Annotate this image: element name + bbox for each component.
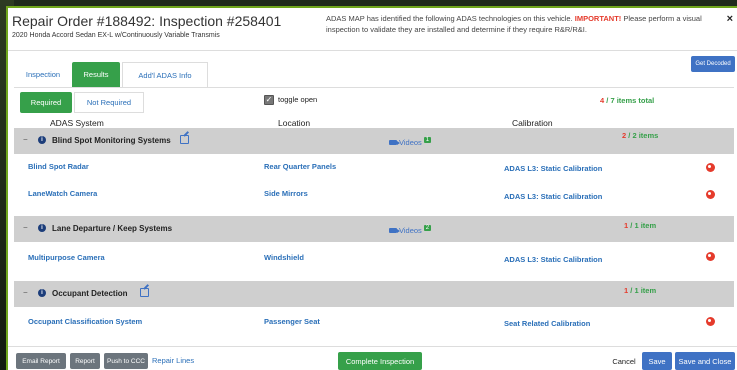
group-count-total-wrap: / 1 item	[628, 286, 657, 295]
videos-link[interactable]: Videos 2	[389, 224, 432, 235]
group-count-total: 2	[632, 131, 637, 140]
report-button[interactable]: Report	[70, 353, 100, 369]
items-total-number: 7	[610, 96, 615, 105]
inspection-modal: × Repair Order #188492: Inspection #2584…	[6, 6, 737, 370]
table-row: Occupant Classification System Passenger…	[14, 317, 734, 337]
system-link[interactable]: Blind Spot Radar	[28, 162, 89, 171]
group-name: Blind Spot Monitoring Systems	[52, 136, 171, 145]
system-link[interactable]: Multipurpose Camera	[28, 253, 105, 262]
group-count: 1 / 1 item	[624, 221, 656, 230]
remove-icon[interactable]	[706, 252, 715, 261]
group-occupant-detection[interactable]: − i Occupant Detection 1 / 1 item	[14, 281, 734, 307]
tab-results[interactable]: Results	[72, 62, 120, 87]
group-name: Occupant Detection	[52, 289, 128, 298]
location-link[interactable]: Side Mirrors	[264, 189, 308, 198]
adas-notice: ADAS MAP has identified the following AD…	[326, 13, 722, 35]
items-count: 4	[600, 96, 605, 105]
column-header-system: ADAS System	[50, 118, 104, 128]
close-icon[interactable]: ×	[727, 13, 733, 25]
items-total: 4 / 7 items total	[600, 96, 654, 105]
column-header-calibration: Calibration	[512, 118, 553, 128]
external-link-icon[interactable]	[180, 135, 189, 144]
videos-label: Videos	[399, 226, 422, 235]
calibration-link[interactable]: ADAS L3: Static Calibration	[504, 192, 602, 201]
calibration-link[interactable]: ADAS L3: Static Calibration	[504, 164, 602, 173]
videos-label: Videos	[399, 138, 422, 147]
table-row: Multipurpose Camera Windshield ADAS L3: …	[14, 252, 734, 273]
video-camera-icon	[389, 140, 400, 145]
location-link[interactable]: Rear Quarter Panels	[264, 162, 336, 171]
table-row: LaneWatch Camera Side Mirrors ADAS L3: S…	[14, 189, 734, 209]
group-count-total-wrap: / 1 item	[628, 221, 657, 230]
remove-icon[interactable]	[706, 163, 715, 172]
group-count: 1 / 1 item	[624, 286, 656, 295]
tab-inspection[interactable]: Inspection	[18, 62, 68, 87]
videos-count-badge: 2	[423, 224, 432, 231]
complete-inspection-button[interactable]: Complete Inspection	[338, 352, 422, 370]
cancel-button[interactable]: Cancel	[608, 353, 640, 369]
group-count-total-wrap: / 2 items	[626, 131, 659, 140]
videos-link[interactable]: Videos 1	[389, 136, 432, 147]
location-link[interactable]: Passenger Seat	[264, 317, 320, 326]
remove-icon[interactable]	[706, 317, 715, 326]
info-icon[interactable]: i	[38, 224, 46, 232]
column-header-location: Location	[278, 118, 311, 128]
minus-icon[interactable]: −	[23, 288, 28, 297]
location-link[interactable]: Windshield	[264, 253, 304, 262]
group-count-suffix: item	[640, 221, 657, 230]
toggle-open-checkbox[interactable]: ✓	[264, 95, 274, 105]
main-tabs: Inspection Results Add'l ADAS Info	[14, 60, 734, 88]
group-count-total: 1	[634, 221, 639, 230]
group-count-suffix: item	[640, 286, 657, 295]
save-and-close-button[interactable]: Save and Close	[675, 352, 735, 370]
group-count-suffix: items	[638, 131, 659, 140]
save-button[interactable]: Save	[642, 352, 672, 370]
toggle-open-label: toggle open	[278, 95, 318, 104]
minus-icon[interactable]: −	[23, 223, 28, 232]
notice-important: IMPORTANT!	[574, 14, 622, 23]
group-name: Lane Departure / Keep Systems	[52, 224, 173, 233]
group-lane-departure-keep[interactable]: − i Lane Departure / Keep Systems Videos…	[14, 216, 734, 242]
footer-divider	[8, 346, 737, 347]
items-total-suffix: items total	[616, 96, 655, 105]
videos-count-badge: 1	[423, 136, 432, 143]
email-report-button[interactable]: Email Report	[16, 353, 66, 369]
header-divider	[8, 50, 737, 51]
table-row: Blind Spot Radar Rear Quarter Panels ADA…	[14, 162, 734, 182]
group-blind-spot-monitoring[interactable]: − i Blind Spot Monitoring Systems Videos…	[14, 128, 734, 154]
minus-icon[interactable]: −	[23, 135, 28, 144]
group-count: 2 / 2 items	[622, 131, 658, 140]
tab-addl-adas-info[interactable]: Add'l ADAS Info	[122, 62, 208, 87]
system-link[interactable]: LaneWatch Camera	[28, 189, 97, 198]
info-icon[interactable]: i	[38, 289, 46, 297]
subtab-required[interactable]: Required	[20, 92, 72, 113]
info-icon[interactable]: i	[38, 136, 46, 144]
system-link[interactable]: Occupant Classification System	[28, 317, 142, 326]
repair-lines-link[interactable]: Repair Lines	[152, 356, 194, 365]
group-count-total: 1	[634, 286, 639, 295]
external-link-icon[interactable]	[140, 288, 149, 297]
video-camera-icon	[389, 228, 400, 233]
push-to-ccc-button[interactable]: Push to CCC	[104, 353, 148, 369]
notice-text-pre: ADAS MAP has identified the following AD…	[326, 14, 575, 23]
calibration-link[interactable]: ADAS L3: Static Calibration	[504, 255, 602, 264]
calibration-link[interactable]: Seat Related Calibration	[504, 319, 590, 328]
subtab-not-required[interactable]: Not Required	[74, 92, 144, 113]
remove-icon[interactable]	[706, 190, 715, 199]
modal-title: Repair Order #188492: Inspection #258401	[12, 13, 282, 29]
items-total-text: / 7 items total	[606, 96, 655, 105]
vehicle-subtitle: 2020 Honda Accord Sedan EX-L w/Continuou…	[12, 32, 220, 39]
